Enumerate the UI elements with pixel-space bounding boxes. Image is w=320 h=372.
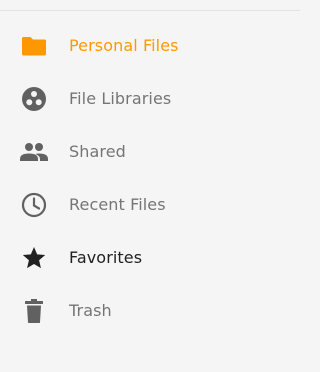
clock-icon [19, 190, 49, 220]
sidebar-item-label: Recent Files [69, 195, 166, 214]
trash-icon [19, 296, 49, 326]
folder-icon [19, 31, 49, 61]
people-icon [19, 137, 49, 167]
sidebar-item-trash[interactable]: Trash [0, 284, 300, 337]
sidebar-nav: Personal Files File Libraries Shared Rec… [0, 19, 300, 337]
star-icon [19, 243, 49, 273]
sidebar-item-shared[interactable]: Shared [0, 125, 300, 178]
sidebar-item-favorites[interactable]: Favorites [0, 231, 300, 284]
libraries-icon [19, 84, 49, 114]
sidebar-item-label: File Libraries [69, 89, 172, 108]
sidebar-item-label: Shared [69, 142, 126, 161]
sidebar-item-recent-files[interactable]: Recent Files [0, 178, 300, 231]
top-divider [0, 10, 300, 11]
sidebar-item-label: Favorites [69, 248, 143, 267]
sidebar-item-label: Personal Files [69, 36, 179, 55]
sidebar-item-personal-files[interactable]: Personal Files [0, 19, 300, 72]
sidebar-item-label: Trash [69, 301, 112, 320]
sidebar-item-file-libraries[interactable]: File Libraries [0, 72, 300, 125]
